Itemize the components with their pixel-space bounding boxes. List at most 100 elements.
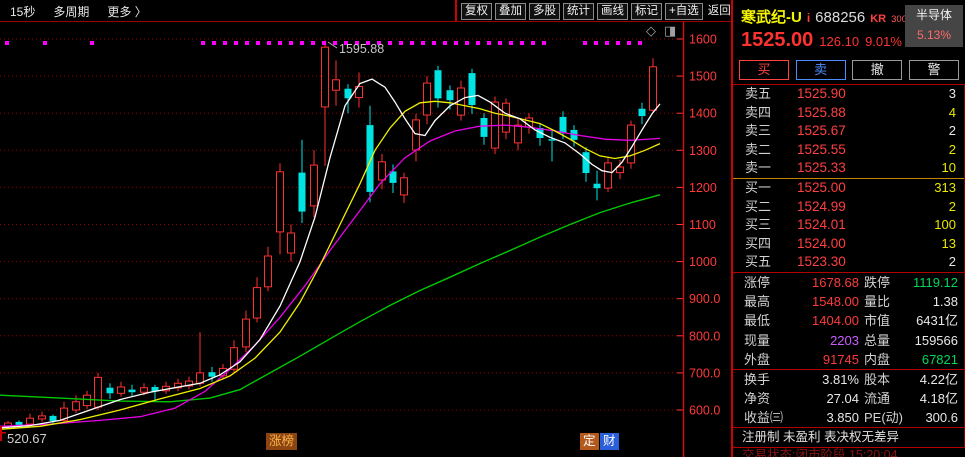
- toolbar-overlay-button[interactable]: 叠加: [495, 2, 526, 20]
- y-axis-label: 1600: [689, 33, 717, 47]
- stat-value: 3.81%: [822, 371, 859, 387]
- stat-row: 外盘 91745 内盘 67821: [733, 350, 964, 369]
- stat-value: 1678.68: [812, 274, 859, 290]
- trade-买-button[interactable]: 买: [739, 59, 789, 80]
- candlestick-chart[interactable]: 1600 1500 1400 1300 1200 1100 1000 900.0 800.0 70…: [0, 22, 731, 457]
- stock-name[interactable]: 寒武纪-U: [741, 6, 802, 27]
- stat-label: 换手: [744, 371, 771, 387]
- stat-value: 67821: [921, 351, 958, 367]
- sector-box[interactable]: 半导体 5.13%: [905, 5, 963, 47]
- panel-toggle-icon[interactable]: ◨: [664, 24, 676, 37]
- ask-volume: 2: [948, 141, 956, 157]
- bid-row[interactable]: 买四 1524.00 13: [733, 235, 964, 254]
- ad-badge-涨榜[interactable]: 涨榜: [266, 433, 298, 450]
- stat-label: 最低: [744, 313, 771, 329]
- bid-volume: 13: [941, 235, 956, 251]
- toolbar-draw-line-button[interactable]: 画线: [597, 2, 628, 20]
- stat-row: 现量 2203 总量 159566: [733, 331, 964, 350]
- stat-row: 净资 27.04 流通 4.18亿: [733, 389, 964, 408]
- stat-value: 1548.00: [812, 294, 859, 310]
- more-control[interactable]: 更多 〉: [107, 3, 146, 20]
- ask-row[interactable]: 卖一 1525.33 10: [733, 159, 964, 178]
- ask-row[interactable]: 卖四 1525.88 4: [733, 104, 964, 123]
- bid-volume: 313: [934, 179, 956, 195]
- candles-group: [4, 40, 657, 430]
- ad-badge-定[interactable]: 定: [580, 433, 599, 450]
- bid-row[interactable]: 买二 1524.99 2: [733, 198, 964, 217]
- trade-buttons-row: 买卖撤警: [733, 55, 965, 85]
- bid-row[interactable]: 买五 1523.30 2: [733, 253, 964, 272]
- stat-label: 净资: [744, 391, 771, 407]
- trade-卖-button[interactable]: 卖: [795, 59, 846, 80]
- ad-badge-财[interactable]: 财: [600, 433, 619, 450]
- ask-price: 1525.90: [797, 86, 846, 101]
- toolbar-multi-stock-button[interactable]: 多股: [529, 2, 560, 20]
- toolbar-add-watchlist-button[interactable]: +自选: [665, 2, 703, 20]
- stat-value: 1404.00: [812, 313, 859, 329]
- toolbar-fuquan-button[interactable]: 复权: [461, 2, 492, 20]
- ask-row[interactable]: 卖五 1525.90 3: [733, 85, 964, 104]
- bid-price: 1524.99: [797, 198, 846, 214]
- ask-price: 1525.33: [797, 160, 846, 176]
- trade-撤-button[interactable]: 撤: [852, 59, 903, 80]
- stock-name-row: 寒武纪-U i 688256 KR 300: [741, 6, 907, 27]
- trade-警-button[interactable]: 警: [908, 59, 959, 80]
- toolbar-mark-button[interactable]: 标记: [631, 2, 662, 20]
- y-axis-label: 1500: [689, 70, 717, 84]
- bid-volume: 2: [948, 254, 956, 270]
- toolbar-statistics-button[interactable]: 统计: [563, 2, 594, 20]
- toolbar-buttons: 复权 叠加 多股 统计 画线 标记 +自选 返回: [461, 1, 733, 21]
- sector-name: 半导体: [915, 8, 952, 22]
- bid-row[interactable]: 买三 1524.01 100: [733, 216, 964, 235]
- stat-value: 4.22亿: [919, 371, 958, 387]
- ask-price: 1525.55: [797, 141, 846, 157]
- stat-value: 1.38: [932, 294, 958, 310]
- stat-row: 涨停 1678.68 跌停 1119.12: [733, 273, 964, 292]
- bid-price: 1525.00: [797, 179, 846, 195]
- kr-tag: KR: [870, 13, 887, 25]
- period-15s-control[interactable]: 15秒: [10, 3, 35, 20]
- stock-header: 寒武纪-U i 688256 KR 300 半导体 5.13% 1525.00 …: [733, 0, 965, 55]
- y-axis-label: 1200: [689, 181, 717, 195]
- sector-change: 5.13%: [916, 28, 952, 42]
- y-axis-label: 700.0: [689, 366, 720, 380]
- ask-volume: 4: [948, 104, 956, 120]
- bid-price: 1524.00: [797, 235, 846, 251]
- ask-row[interactable]: 卖三 1525.67 2: [733, 122, 964, 141]
- bid-row[interactable]: 买一 1525.00 313: [733, 179, 964, 198]
- info-icon[interactable]: i: [807, 11, 810, 25]
- stat-row: 最高 1548.00 量比 1.38: [733, 292, 964, 311]
- stat-label: 市值: [864, 313, 891, 329]
- bid-price: 1523.30: [797, 254, 846, 270]
- stat-label: 量比: [864, 294, 891, 310]
- stat-label: 总量: [864, 332, 891, 348]
- ask-row[interactable]: 卖二 1525.55 2: [733, 141, 964, 160]
- peak-price-label: 1595.88: [339, 42, 384, 56]
- bid-levels: 买一 1525.00 313 买二 1524.99 2 买三 1524.01 100 买四 1524…: [733, 179, 964, 272]
- price-change: 126.10: [819, 34, 860, 49]
- flag-marker-icon[interactable]: ◇: [646, 24, 656, 37]
- stat-value: 3.850: [826, 410, 859, 426]
- order-book: 卖五 1525.90 3 卖四 1525.88 4 卖三 1525.67 2 卖二 1525.55 2…: [733, 85, 965, 273]
- y-axis-label: 600.0: [689, 404, 720, 418]
- bid-label: 买一: [745, 179, 772, 195]
- ask-label: 卖四: [745, 104, 772, 120]
- listing-notice: 注册制 未盈利 表决权无差异: [733, 428, 965, 449]
- toolbar-back-button[interactable]: 返回: [706, 4, 733, 19]
- bid-label: 买二: [745, 198, 772, 214]
- stat-value: 6431亿: [916, 313, 958, 329]
- bid-price: 1524.01: [797, 217, 846, 233]
- trading-status: 交易状态:闭市阶段 15:20:04: [742, 448, 898, 457]
- quote-panel: 寒武纪-U i 688256 KR 300 半导体 5.13% 1525.00 …: [731, 0, 965, 457]
- stat-label: 涨停: [744, 274, 771, 290]
- bid-volume: 100: [934, 217, 956, 233]
- stock-code: 688256: [815, 9, 866, 26]
- chart-toolbar: 15秒 多周期 更多 〉 复权 叠加 多股 统计 画线 标记 +自选 返回: [0, 0, 731, 22]
- y-axis-label: 900.0: [689, 292, 720, 306]
- period-controls: 15秒 多周期 更多 〉: [10, 0, 147, 22]
- ask-levels: 卖五 1525.90 3 卖四 1525.88 4 卖三 1525.67 2 卖二 1525.55 2…: [733, 85, 964, 178]
- y-axis-label: 1300: [689, 144, 717, 158]
- multi-period-control[interactable]: 多周期: [53, 3, 89, 20]
- stat-row: 最低 1404.00 市值 6431亿: [733, 311, 964, 330]
- stat-label: PE(动): [864, 410, 904, 426]
